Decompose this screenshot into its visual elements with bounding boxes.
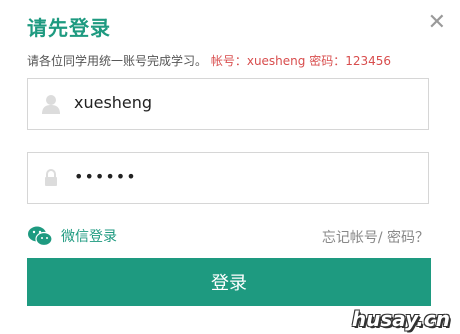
watermark: husay.cn xyxy=(351,307,450,331)
username-value: xuesheng xyxy=(74,93,153,112)
login-notice: 请各位同学用统一账号完成学习。 帐号：xuesheng 密码：123456 xyxy=(27,52,391,69)
username-field[interactable]: xuesheng xyxy=(27,78,429,130)
wechat-login-link[interactable]: 微信登录 xyxy=(27,225,117,247)
wechat-icon xyxy=(28,226,53,247)
dialog-title: 请先登录 xyxy=(27,16,111,40)
forgot-password-link[interactable]: 忘记帐号/ 密码？ xyxy=(322,227,429,247)
login-dialog: 请先登录 ✕ 请各位同学用统一账号完成学习。 帐号：xuesheng 密码：12… xyxy=(0,0,460,334)
login-button[interactable]: 登录 xyxy=(27,258,431,306)
close-icon[interactable]: ✕ xyxy=(428,12,446,34)
user-icon xyxy=(42,95,60,114)
credentials-hint: 帐号：xuesheng 密码：123456 xyxy=(210,54,392,68)
password-value: •••••• xyxy=(74,167,137,186)
wechat-login-label: 微信登录 xyxy=(61,229,117,245)
lock-icon xyxy=(45,169,57,186)
password-field[interactable]: •••••• xyxy=(27,152,429,204)
notice-text: 请各位同学用统一账号完成学习。 xyxy=(27,54,208,68)
